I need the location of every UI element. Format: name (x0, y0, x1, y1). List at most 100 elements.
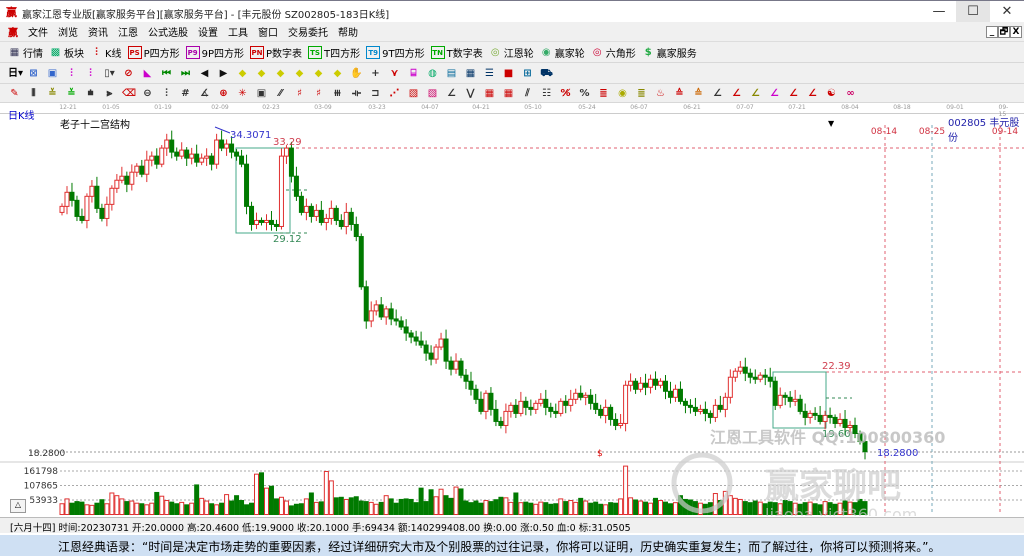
network-button[interactable]: ⊞ (521, 67, 534, 80)
zoom-diamond-button[interactable]: ◆ (293, 67, 306, 80)
menu-item[interactable]: 设置 (198, 24, 218, 39)
winner-wheel-button[interactable]: ◉ 赢家轮 (540, 45, 585, 60)
lines-button[interactable]: ⫽ (521, 87, 534, 100)
chart-style-button[interactable]: ⊠ (27, 67, 40, 80)
grid-button[interactable]: ▦ 行情 (8, 45, 43, 60)
crosshair-button[interactable]: + (369, 67, 382, 80)
last-button[interactable]: ⏭ (179, 67, 192, 80)
menu-item[interactable]: 交易委托 (288, 24, 328, 39)
dropdown-arrow-icon[interactable]: ▼ (828, 119, 834, 128)
menu-item[interactable]: 资讯 (88, 24, 108, 39)
menu-item[interactable]: 江恩 (118, 24, 138, 39)
angle-fan5-button[interactable]: ∠ (787, 87, 800, 100)
pct-fan-button[interactable]: %̸ (559, 87, 572, 100)
p9-button[interactable]: P9 9P四方形 (185, 45, 244, 60)
grid-red2-button[interactable]: ♯ (312, 87, 325, 100)
menu-item[interactable]: 帮助 (338, 24, 358, 39)
grid-fan-button[interactable]: ▧ (407, 87, 420, 100)
circle-button[interactable]: ⊖ (141, 87, 154, 100)
zoom-diamond-button[interactable]: ◆ (236, 67, 249, 80)
menu-item[interactable]: 窗口 (258, 24, 278, 39)
menu-item[interactable]: 浏览 (58, 24, 78, 39)
hand-button[interactable]: ✋ (350, 67, 363, 80)
minimize-button[interactable]: — (922, 1, 956, 23)
vlines-button[interactable]: ⫴ (27, 87, 40, 100)
bar-grid-button[interactable]: ☷ (540, 87, 553, 100)
menu-item[interactable]: 文件 (28, 24, 48, 39)
calculator-button[interactable]: ▦ (464, 67, 477, 80)
pen-button[interactable]: ✎ (8, 87, 21, 100)
angle2-button[interactable]: ∠ (445, 87, 458, 100)
fan-button[interactable]: ⋰ (388, 87, 401, 100)
calendar-button[interactable]: ▤ (445, 67, 458, 80)
blocks-button[interactable]: ▩ 板块 (49, 45, 84, 60)
t9-button[interactable]: T9 9T四方形 (366, 45, 425, 60)
eraser-button[interactable]: ⌫ (122, 87, 136, 100)
save-button[interactable]: ■ (502, 67, 515, 80)
gann-fan-button[interactable]: ≚ (46, 87, 59, 100)
reset-button[interactable]: ⊘ (122, 67, 135, 80)
bars-button[interactable]: ⫶ (65, 67, 78, 80)
gold-button[interactable]: ≙ (692, 87, 705, 100)
infinity-button[interactable]: ∞ (844, 87, 857, 100)
comb-button[interactable]: ⧻ (331, 87, 344, 100)
truck-button[interactable]: ⛟ (540, 67, 553, 80)
table-button[interactable]: ▦ (483, 87, 496, 100)
dollar-button[interactable]: $ 赢家服务 (642, 45, 697, 60)
maximize-button[interactable]: ☐ (956, 1, 990, 23)
close-button[interactable]: ✕ (990, 1, 1024, 23)
gann-a-button[interactable]: ≙ (673, 87, 686, 100)
pct-lines-button[interactable]: ≣ (597, 87, 610, 100)
hash-button[interactable]: ⫶ (160, 87, 173, 100)
ps-button[interactable]: PS P四方形 (127, 45, 180, 60)
pn-button[interactable]: PN P数字表 (250, 45, 302, 60)
zoom-diamond-button[interactable]: ◆ (312, 67, 325, 80)
fib-button[interactable]: ⩧ (84, 87, 97, 100)
percent-button[interactable]: % (578, 87, 591, 100)
doc-button[interactable]: ▣ (46, 67, 59, 80)
trend-button[interactable]: ⋎ (388, 67, 401, 80)
box-button[interactable]: ⊐ (369, 87, 382, 100)
quote-button[interactable]: ⁄⁄ (274, 87, 287, 100)
mdi-restore-button[interactable]: 🗗 (998, 26, 1010, 38)
menu-item[interactable]: 公式选股 (148, 24, 188, 39)
cycle-button[interactable]: ⫸ (103, 87, 116, 100)
angle-fan3-button[interactable]: ∠ (749, 87, 762, 100)
n2-button[interactable]: # (179, 87, 192, 100)
mdi-minimize-button[interactable]: _ (986, 26, 998, 38)
menu-item[interactable]: 工具 (228, 24, 248, 39)
first-button[interactable]: ⏮ (160, 67, 173, 80)
square-button[interactable]: ▣ (255, 87, 268, 100)
kline-button[interactable]: ⫶ K线 (90, 45, 121, 60)
globe-button[interactable]: ◍ (426, 67, 439, 80)
ts-button[interactable]: TS T四方形 (308, 45, 360, 60)
table2-button[interactable]: ▦ (502, 87, 515, 100)
gift-button[interactable]: ⌸ (407, 67, 420, 80)
coin-lines-button[interactable]: ≣ (635, 87, 648, 100)
grid-red-button[interactable]: ♯ (293, 87, 306, 100)
period-day-button[interactable]: 日▾ (8, 67, 23, 80)
wave-button[interactable]: ⋁ (464, 87, 477, 100)
next-button[interactable]: ▶ (217, 67, 230, 80)
angle-fan4-button[interactable]: ∠ (768, 87, 781, 100)
zoom-diamond-button[interactable]: ◆ (274, 67, 287, 80)
zoom-diamond-button[interactable]: ◆ (255, 67, 268, 80)
star-button[interactable]: ✳ (236, 87, 249, 100)
angle-fan-button[interactable]: ∠ (711, 87, 724, 100)
kline-chart[interactable]: 08-14 08-25 09-1434.307133.2929.1222.3919.… (0, 114, 1024, 516)
hexagon-button[interactable]: ◎ 六角形 (591, 45, 636, 60)
flame-button[interactable]: ♨ (654, 87, 667, 100)
target-button[interactable]: ⊕ (217, 87, 230, 100)
zoom-diamond-button[interactable]: ◆ (331, 67, 344, 80)
panel-toggle-button[interactable]: △ (10, 499, 26, 513)
angle-fan6-button[interactable]: ∠ (806, 87, 819, 100)
range-button[interactable]: ⟛ (350, 87, 363, 100)
gann-fan2-button[interactable]: ≚ (65, 87, 78, 100)
angle-fan2-button[interactable]: ∠ (730, 87, 743, 100)
grid-fan2-button[interactable]: ▧ (426, 87, 439, 100)
bars2-button[interactable]: ⫶ (84, 67, 97, 80)
flag-button[interactable]: ◣ (141, 67, 154, 80)
candle-type-button[interactable]: ▯▾ (103, 67, 116, 80)
angle-button[interactable]: ∡ (198, 87, 211, 100)
prev-button[interactable]: ◀ (198, 67, 211, 80)
